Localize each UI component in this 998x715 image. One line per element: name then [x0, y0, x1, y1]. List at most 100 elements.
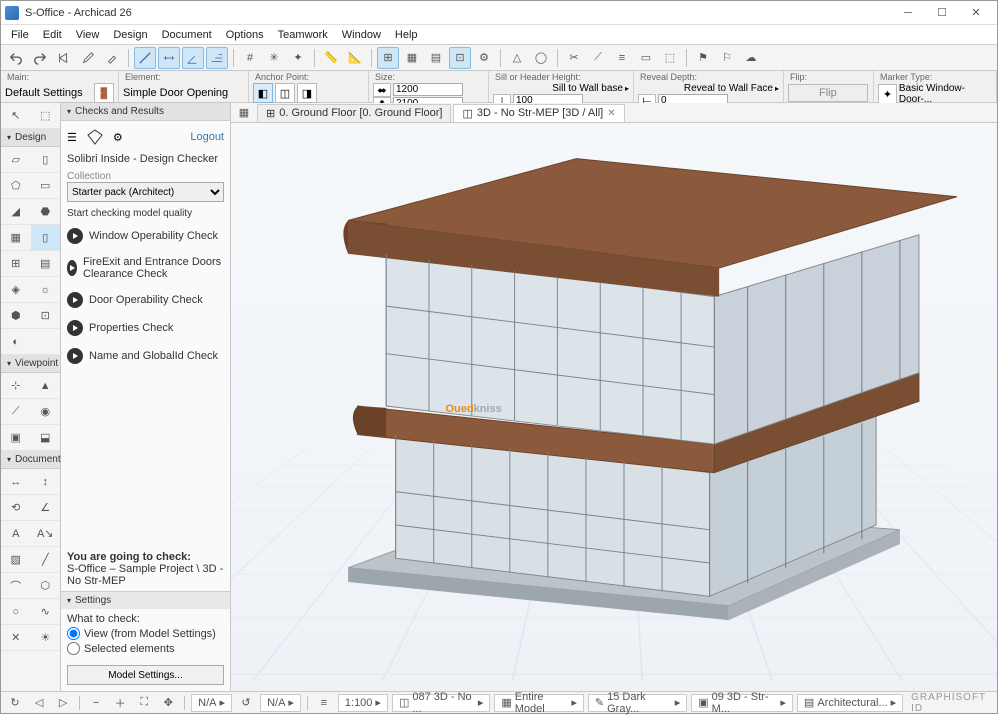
inject-button[interactable] — [101, 47, 123, 69]
settings-header[interactable]: Settings — [61, 591, 230, 609]
split-button[interactable]: ≡ — [611, 47, 633, 69]
zone-tool[interactable]: ⬢ — [1, 303, 31, 329]
width-input[interactable] — [393, 83, 463, 96]
na-button-2[interactable]: N/A▸ — [260, 694, 301, 712]
shell-tool[interactable]: ⬣ — [31, 199, 61, 225]
minimize-button[interactable]: ─ — [891, 3, 925, 23]
anchor-mid-icon[interactable]: ◫ — [275, 83, 295, 103]
selected-radio[interactable]: Selected elements — [67, 642, 224, 655]
graphisoft-id[interactable]: GRAPHISOFT ID — [911, 692, 993, 714]
worksheet-tool[interactable]: ▣ — [1, 425, 31, 451]
rect2-button[interactable]: ⬚ — [659, 47, 681, 69]
wall-tool[interactable]: ▱ — [1, 147, 31, 173]
menu-window[interactable]: Window — [336, 27, 387, 43]
anchor-right-icon[interactable]: ◨ — [297, 83, 317, 103]
arch-button[interactable]: ▤ Architectural... ▸ — [797, 694, 903, 712]
view-button[interactable]: ◫ 087 3D - No ... ▸ — [392, 694, 490, 712]
fill-tool[interactable]: ▨ — [1, 547, 31, 573]
slab-tool[interactable]: ▭ — [31, 173, 61, 199]
view-radio[interactable]: View (from Model Settings) — [67, 627, 224, 640]
maximize-button[interactable]: ☐ — [925, 3, 959, 23]
cloud-button[interactable]: ☁ — [740, 47, 762, 69]
view3d-button[interactable]: ▣ 09 3D - Str-M... ▸ — [691, 694, 793, 712]
sun-tool[interactable]: ☀ — [31, 625, 61, 651]
tab-list-icon[interactable]: ▦ — [233, 103, 255, 124]
close-tab-icon[interactable]: ✕ — [607, 108, 615, 119]
window-tool[interactable]: ⊞ — [1, 251, 31, 277]
pan-icon[interactable]: ✥ — [158, 692, 178, 714]
section-tool[interactable]: ⟋ — [1, 399, 31, 425]
door-tool[interactable]: ▯ — [31, 225, 61, 251]
zoom-in-icon[interactable]: ＋ — [110, 692, 130, 714]
measure-button[interactable]: 📐 — [344, 47, 366, 69]
flag-button[interactable]: ⚑ — [692, 47, 714, 69]
check-properties[interactable]: Properties Check — [67, 317, 224, 339]
elevation-tool[interactable]: ▲ — [31, 373, 61, 399]
radial-tool[interactable]: ⟲ — [1, 495, 31, 521]
mesh-tool[interactable]: ▦ — [1, 225, 31, 251]
model-filter-button[interactable]: ▦ Entire Model ▸ — [494, 694, 584, 712]
cut-button[interactable]: ✂ — [563, 47, 585, 69]
tab-ground-floor[interactable]: ⊞0. Ground Floor [0. Ground Floor] — [257, 104, 451, 122]
arrow-tool[interactable]: ↖ — [1, 103, 31, 129]
morph-tool[interactable]: ◐ — [1, 329, 31, 355]
design-section[interactable]: Design — [1, 129, 60, 147]
3d-canvas[interactable]: Ouedkniss — [231, 123, 997, 691]
thickness-icon[interactable]: ≡ — [314, 692, 334, 714]
na-button-1[interactable]: N/A▸ — [191, 694, 232, 712]
zoom-fit-icon[interactable]: ⛶ — [134, 692, 154, 714]
menu-file[interactable]: File — [5, 27, 35, 43]
main-value[interactable]: Default Settings — [5, 87, 92, 99]
menu-design[interactable]: Design — [107, 27, 153, 43]
door-icon[interactable]: 🚪 — [94, 83, 114, 103]
line-tool[interactable] — [134, 47, 156, 69]
camera-tool[interactable]: ⊹ — [1, 373, 31, 399]
tab-3d[interactable]: ◫3D - No Str-MEP [3D / All]✕ — [453, 104, 624, 122]
checks-header[interactable]: Checks and Results — [61, 103, 230, 121]
text-tool[interactable]: A — [1, 521, 31, 547]
marker-icon[interactable]: ✦ — [878, 84, 897, 104]
curtain-tool[interactable]: ⊡ — [31, 303, 61, 329]
flip-button[interactable]: Flip — [788, 84, 868, 102]
viewpoint-section[interactable]: Viewpoint — [1, 355, 60, 373]
undo-button[interactable] — [5, 47, 27, 69]
grid-button[interactable]: # — [239, 47, 261, 69]
level-tool[interactable] — [206, 47, 228, 69]
level-dim-tool[interactable]: ↕ — [31, 469, 61, 495]
angle-tool[interactable] — [182, 47, 204, 69]
detail-tool[interactable]: ◉ — [31, 399, 61, 425]
column-tool[interactable]: ▯ — [31, 147, 61, 173]
lamp-tool[interactable]: ☼ — [31, 277, 61, 303]
projection-tool[interactable]: ⬓ — [31, 425, 61, 451]
gear-button[interactable]: ⚙ — [473, 47, 495, 69]
ruler-button[interactable]: 📏 — [320, 47, 342, 69]
collection-select[interactable]: Starter pack (Architect) — [67, 182, 224, 202]
pen-button[interactable]: ✎ 15 Dark Gray... ▸ — [588, 694, 687, 712]
dim-tool2[interactable]: ↔ — [1, 469, 31, 495]
dim-tool[interactable] — [158, 47, 180, 69]
eyedrop-button[interactable] — [77, 47, 99, 69]
anchor-left-icon[interactable]: ◧ — [253, 83, 273, 103]
redo-button[interactable] — [29, 47, 51, 69]
menu-icon[interactable]: ☰ — [67, 131, 77, 144]
object-tool[interactable]: ◈ — [1, 277, 31, 303]
marquee-tool[interactable]: ⬚ — [31, 103, 61, 129]
menu-help[interactable]: Help — [389, 27, 424, 43]
scale-button[interactable]: 1:100▸ — [338, 694, 388, 712]
document-section[interactable]: Document — [1, 451, 60, 469]
nav-back-icon[interactable]: ◁ — [29, 692, 49, 714]
pin-button[interactable]: ⚐ — [716, 47, 738, 69]
nav-cycle-icon[interactable]: ↻ — [5, 692, 25, 714]
roof-tool[interactable]: ◢ — [1, 199, 31, 225]
chevron-icon[interactable]: ▸ — [775, 84, 779, 93]
grid2-button[interactable]: ▤ — [425, 47, 447, 69]
spark-button[interactable]: ✦ — [287, 47, 309, 69]
gear-icon[interactable]: ⚙ — [113, 131, 123, 144]
snap-button[interactable]: ⊞ — [377, 47, 399, 69]
angle-tool2[interactable]: ∠ — [31, 495, 61, 521]
menu-view[interactable]: View — [70, 27, 106, 43]
logout-link[interactable]: Logout — [190, 131, 224, 143]
check-name-globalid[interactable]: Name and GlobalId Check — [67, 345, 224, 367]
menu-teamwork[interactable]: Teamwork — [272, 27, 334, 43]
history-icon[interactable]: ↺ — [236, 692, 256, 714]
